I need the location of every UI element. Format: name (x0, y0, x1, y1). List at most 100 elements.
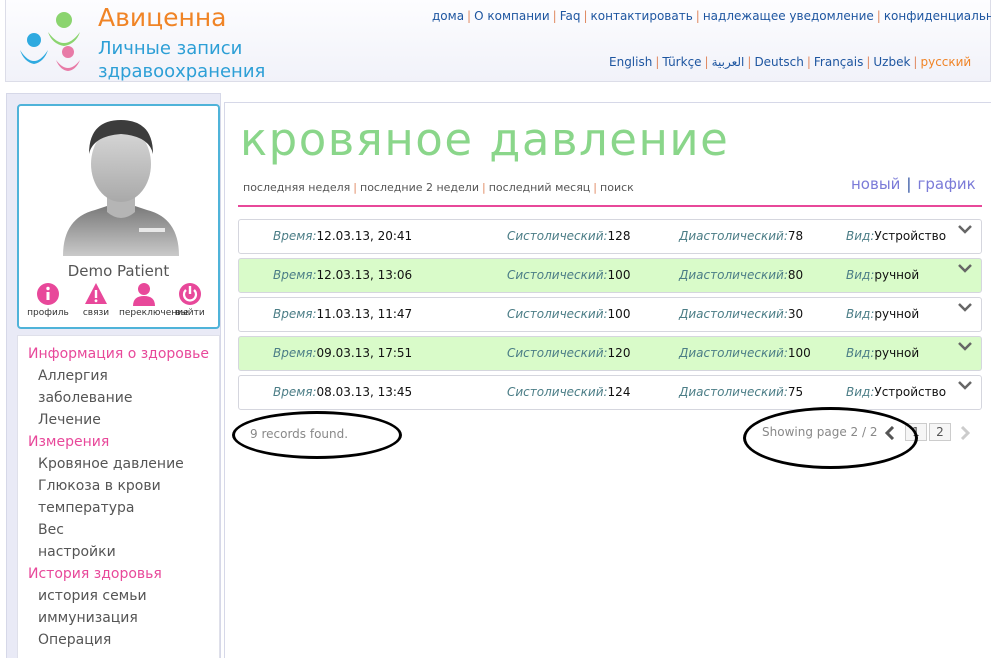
chevron-down-icon[interactable] (957, 341, 973, 353)
record-time: Время:12.03.13, 13:06 (273, 268, 412, 282)
record-diastolic: Диастолический:100 (679, 346, 811, 360)
nav-notice[interactable]: надлежащее уведомление (703, 9, 874, 23)
page-title: кровяное давление (240, 113, 730, 166)
time-value: 11.03.13, 11:47 (316, 307, 413, 321)
diastolic-label: Диастолический: (679, 229, 788, 243)
record-row[interactable]: Время:12.03.13, 13:06 Систолический:100 … (238, 258, 982, 293)
filter-last-month[interactable]: последний месяц (489, 181, 591, 194)
lang-english[interactable]: English (609, 55, 652, 69)
filter-last-week[interactable]: последняя неделя (243, 181, 350, 194)
menu-item-disease[interactable]: заболевание (38, 390, 132, 406)
type-label: Вид: (846, 385, 875, 399)
record-diastolic: Диастолический:75 (679, 385, 803, 399)
chevron-down-icon[interactable] (957, 302, 973, 314)
record-type: Вид:ручной (846, 268, 919, 282)
lang-turkish[interactable]: Türkçe (662, 55, 701, 69)
time-label: Время: (273, 268, 317, 282)
app-root: Авиценна Личные записи здравоохранения д… (0, 0, 991, 658)
page-2-button[interactable]: 2 (929, 423, 951, 441)
chevron-down-icon[interactable] (957, 263, 973, 275)
lang-german[interactable]: Deutsch (754, 55, 803, 69)
systolic-value: 100 (607, 307, 631, 321)
brand-subtitle-line1: Личные записи (98, 38, 243, 59)
systolic-label: Систолический: (507, 346, 608, 360)
annotation-ellipse-pager (743, 407, 918, 469)
logout-button[interactable]: выйти (165, 282, 215, 318)
chevron-down-icon[interactable] (957, 224, 973, 236)
brand-subtitle-line2: здравоохранения (98, 61, 266, 82)
chevron-down-icon[interactable] (957, 380, 973, 392)
person-icon (133, 283, 155, 306)
chevron-right-icon[interactable] (959, 426, 971, 440)
diastolic-value: 80 (787, 268, 804, 282)
switch-button-label: переключение (119, 308, 189, 318)
diastolic-value: 75 (787, 385, 804, 399)
menu-item-blood-glucose[interactable]: Глюкоза в крови (38, 478, 161, 494)
switch-button[interactable]: переключение (119, 282, 189, 318)
record-row[interactable]: Время:11.03.13, 11:47 Систолический:100 … (238, 297, 982, 332)
menu-item-treatment[interactable]: Лечение (38, 412, 101, 428)
record-row[interactable]: Время:08.03.13, 13:45 Систолический:124 … (238, 375, 982, 410)
record-systolic: Систолический:124 (507, 385, 630, 399)
nav-contact[interactable]: контактировать (591, 9, 693, 23)
lang-french[interactable]: Français (814, 55, 863, 69)
type-value: ручной (874, 307, 920, 321)
nav-faq[interactable]: Faq (560, 9, 581, 23)
filter-last-2-weeks[interactable]: последние 2 недели (360, 181, 479, 194)
type-value: ручной (874, 268, 920, 282)
chart-button[interactable]: график (917, 175, 975, 193)
systolic-value: 128 (607, 229, 631, 243)
nav-home[interactable]: дома (432, 9, 464, 23)
lang-arabic[interactable]: العربية (712, 55, 745, 69)
diastolic-label: Диастолический: (679, 346, 788, 360)
menu-item-surgery[interactable]: Операция (38, 632, 111, 648)
type-label: Вид: (846, 346, 875, 360)
record-row[interactable]: Время:09.03.13, 17:51 Систолический:120 … (238, 336, 982, 371)
menu-item-temperature[interactable]: температура (38, 500, 134, 516)
menu-item-blood-pressure[interactable]: Кровяное давление (38, 456, 184, 472)
record-type: Вид:Устройство (846, 229, 946, 243)
power-icon (179, 283, 201, 305)
time-label: Время: (273, 385, 317, 399)
record-systolic: Систолический:100 (507, 307, 630, 321)
systolic-value: 100 (607, 268, 631, 282)
logo-icon (20, 12, 80, 71)
page-actions: новый | график (851, 175, 976, 193)
menu-item-weight[interactable]: Вес (38, 522, 64, 538)
record-diastolic: Диастолический:80 (679, 268, 803, 282)
menu-item-settings[interactable]: настройки (38, 544, 116, 560)
menu-item-allergy[interactable]: Аллергия (38, 368, 108, 384)
diastolic-label: Диастолический: (679, 307, 788, 321)
nav-about[interactable]: О компании (474, 9, 550, 23)
nav-privacy[interactable]: конфиденциальность (884, 9, 991, 23)
menu-item-immunization[interactable]: иммунизация (38, 610, 138, 626)
new-button[interactable]: новый (851, 175, 900, 193)
avatar (63, 120, 179, 256)
record-type: Вид:ручной (846, 346, 919, 360)
connections-button[interactable]: связи (71, 282, 121, 318)
profile-button[interactable]: профиль (23, 282, 73, 318)
record-diastolic: Диастолический:78 (679, 229, 803, 243)
sidebar: Demo Patient профиль связи переключение … (6, 93, 221, 658)
time-value: 08.03.13, 13:45 (316, 385, 413, 399)
menu-item-family-history[interactable]: история семьи (38, 588, 147, 604)
record-time: Время:08.03.13, 13:45 (273, 385, 412, 399)
lang-uzbek[interactable]: Uzbek (873, 55, 910, 69)
time-value: 12.03.13, 13:06 (316, 268, 413, 282)
systolic-label: Систолический: (507, 268, 608, 282)
type-label: Вид: (846, 268, 875, 282)
type-value: ручной (874, 346, 920, 360)
record-systolic: Систолический:100 (507, 268, 630, 282)
record-row[interactable]: Время:12.03.13, 20:41 Систолический:128 … (238, 219, 982, 254)
time-label: Время: (273, 346, 317, 360)
filter-search[interactable]: поиск (600, 181, 634, 194)
diastolic-label: Диастолический: (679, 268, 788, 282)
type-label: Вид: (846, 229, 875, 243)
record-diastolic: Диастолический:30 (679, 307, 803, 321)
profile-card: Demo Patient профиль связи переключение … (17, 104, 220, 329)
record-systolic: Систолический:120 (507, 346, 630, 360)
diastolic-value: 78 (787, 229, 804, 243)
lang-russian[interactable]: русский (920, 55, 971, 69)
time-label: Время: (273, 307, 317, 321)
patient-name: Demo Patient (67, 262, 170, 280)
